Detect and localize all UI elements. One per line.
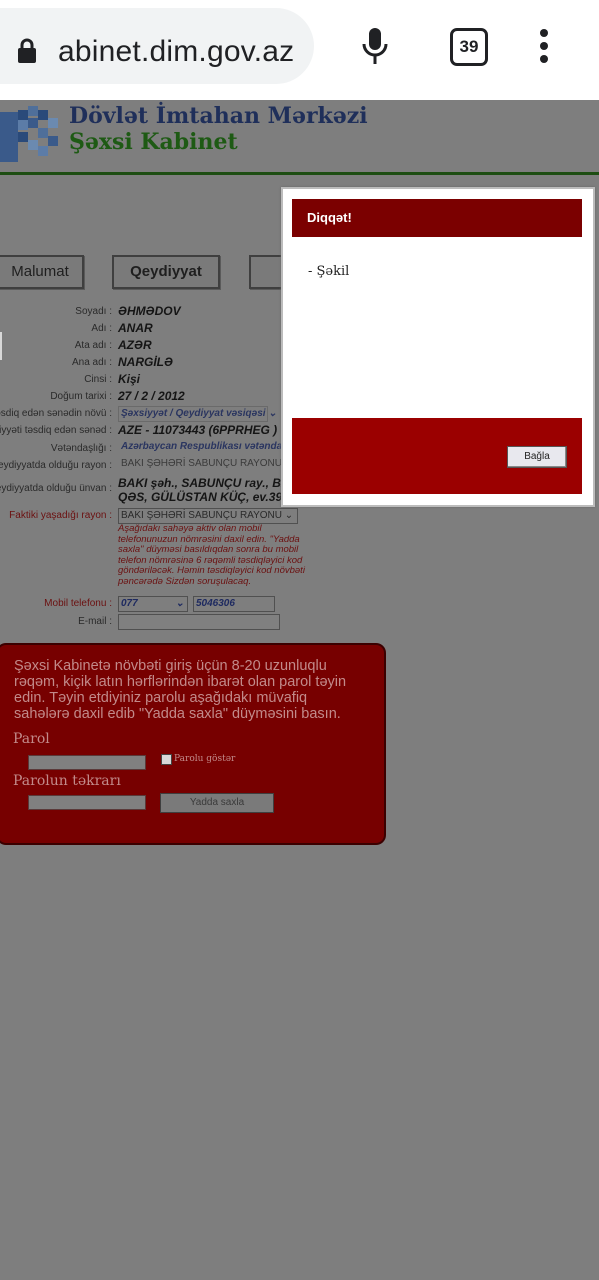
mobile-number-input[interactable]: 5046306 <box>193 596 275 612</box>
reg-address-line1: BAKI şəh., SABUNÇU ray., BALA <box>118 476 306 490</box>
mobile-label: Mobil telefonu : <box>44 598 112 609</box>
mobile-row: Mobil telefonu : <box>0 595 599 613</box>
tab-switcher-button[interactable]: 39 <box>450 28 488 66</box>
password-instructions: Şəxsi Kabinetə növbəti giriş üçün 8-20 u… <box>14 658 347 722</box>
actual-region-label: Faktiki yaşadığı rayon : <box>9 510 112 521</box>
doc-type-select[interactable]: Şəxsiyyət / Qeydiyyat vəsiqəsi ⌄ <box>118 406 277 422</box>
field-label: Cinsi : <box>84 374 112 385</box>
reg-address-line2: QƏS, GÜLÜSTAN KÜÇ, ev.39 <box>118 490 283 504</box>
more-menu-icon[interactable] <box>538 29 550 63</box>
dialog-message: - Şəkil <box>308 264 350 279</box>
mobile-prefix-value: 077 <box>121 598 138 609</box>
url-text[interactable]: abinet.dim.gov.az <box>58 35 294 69</box>
show-password-label: Parolu göstər <box>174 754 236 764</box>
password-repeat-input[interactable] <box>28 795 146 810</box>
field-value: NARGİLƏ <box>118 355 173 369</box>
header-divider <box>0 172 599 175</box>
microphone-icon[interactable] <box>360 26 390 66</box>
actual-region-row: Faktiki yaşadığı rayon : BAKI ŞƏHƏRİ SAB… <box>0 507 599 525</box>
alert-dialog: Diqqət! - Şəkil Bağla <box>281 187 595 507</box>
tab-malumat[interactable]: Malumat <box>0 255 84 289</box>
email-row: E-mail : <box>0 613 599 631</box>
field-label: Adı : <box>91 323 112 334</box>
actual-region-value: BAKI ŞƏHƏRİ SABUNÇU RAYONU <box>121 510 283 521</box>
actual-region-select[interactable]: BAKI ŞƏHƏRİ SABUNÇU RAYONU ⌄ <box>118 508 298 524</box>
field-value: Kişi <box>118 372 141 386</box>
mobile-hint: Aşağıdakı sahəyə aktiv olan mobil telefo… <box>118 523 305 587</box>
email-label: E-mail : <box>78 616 112 627</box>
field-label: Ata adı : <box>74 340 112 351</box>
site-subtitle: Şəxsi Kabinet <box>69 129 238 155</box>
tab-qeydiyyat[interactable]: Qeydiyyat <box>112 255 220 289</box>
password-input[interactable] <box>28 755 146 770</box>
field-value: ANAR <box>118 321 153 335</box>
field-value: 27 / 2 / 2012 <box>118 389 185 403</box>
citizenship-value: Azərbaycan Respublikası vətəndaşı <box>121 441 291 452</box>
citizenship-label: Vətəndaşlığı : <box>50 443 112 454</box>
reg-region-label: Qeydiyyatda olduğu rayon : <box>0 460 112 471</box>
mobile-prefix-select[interactable]: 077 ⌄ <box>118 596 188 612</box>
field-label: Ana adı : <box>71 357 112 368</box>
close-button[interactable]: Bağla <box>507 446 567 468</box>
chevron-down-icon: ⌄ <box>175 598 184 609</box>
dialog-title: Diqqət! <box>292 199 582 237</box>
doc-value: AZE - 11073443 (6PPRHEG ) <box>118 423 278 437</box>
password-panel: Şəxsi Kabinetə növbəti giriş üçün 8-20 u… <box>0 643 386 845</box>
doc-type-label: əsdiq edən sənədin növü : <box>0 408 112 419</box>
field-value: ƏHMƏDOV <box>118 304 181 318</box>
field-value: AZƏR <box>118 338 152 352</box>
save-button[interactable]: Yadda saxla <box>160 793 274 813</box>
reg-region-value: BAKI ŞƏHƏRİ SABUNÇU RAYONU <box>121 458 283 469</box>
lock-icon <box>18 38 36 63</box>
browser-toolbar: abinet.dim.gov.az 39 <box>0 0 599 100</box>
password-repeat-label: Parolun təkrarı <box>13 773 121 789</box>
field-label: Soyadı : <box>75 306 112 317</box>
doc-type-value: Şəxsiyyət / Qeydiyyat vəsiqəsi <box>121 408 266 419</box>
logo-icon <box>0 106 58 162</box>
reg-address-label: Qeydiyyatda olduğu ünvan : <box>0 483 112 494</box>
password-label: Parol <box>13 731 50 747</box>
url-bar[interactable]: abinet.dim.gov.az <box>0 8 314 84</box>
email-input[interactable] <box>118 614 280 630</box>
doc-label: siyyəti təsdiq edən sənəd : <box>0 425 112 436</box>
page-content: Dövlət İmtahan Mərkəzi Şəxsi Kabinet Mal… <box>0 100 599 1280</box>
site-title: Dövlət İmtahan Mərkəzi <box>69 103 368 129</box>
field-label: Doğum tarixi : <box>50 391 112 402</box>
show-password-checkbox[interactable] <box>161 754 172 765</box>
